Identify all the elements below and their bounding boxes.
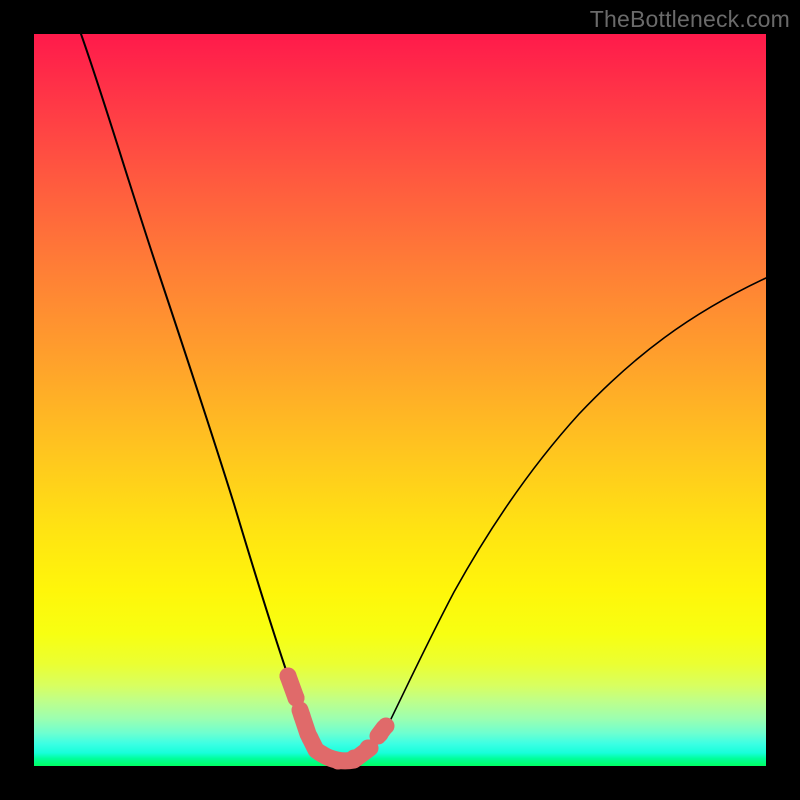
bottleneck-curve-left	[81, 34, 386, 762]
trough-dot	[288, 690, 305, 707]
chart-frame: TheBottleneck.com	[0, 0, 800, 800]
trough-dot	[302, 730, 319, 747]
watermark-text: TheBottleneck.com	[590, 6, 790, 33]
bottleneck-curve-right	[386, 278, 766, 729]
trough-dot	[360, 740, 377, 757]
trough-dot	[294, 708, 311, 725]
trough-dot	[346, 750, 363, 767]
curve-svg	[34, 34, 766, 766]
plot-area	[34, 34, 766, 766]
trough-dot	[280, 668, 297, 685]
trough-dot	[314, 746, 331, 763]
trough-dot	[330, 753, 347, 770]
trough-dot	[378, 718, 395, 735]
